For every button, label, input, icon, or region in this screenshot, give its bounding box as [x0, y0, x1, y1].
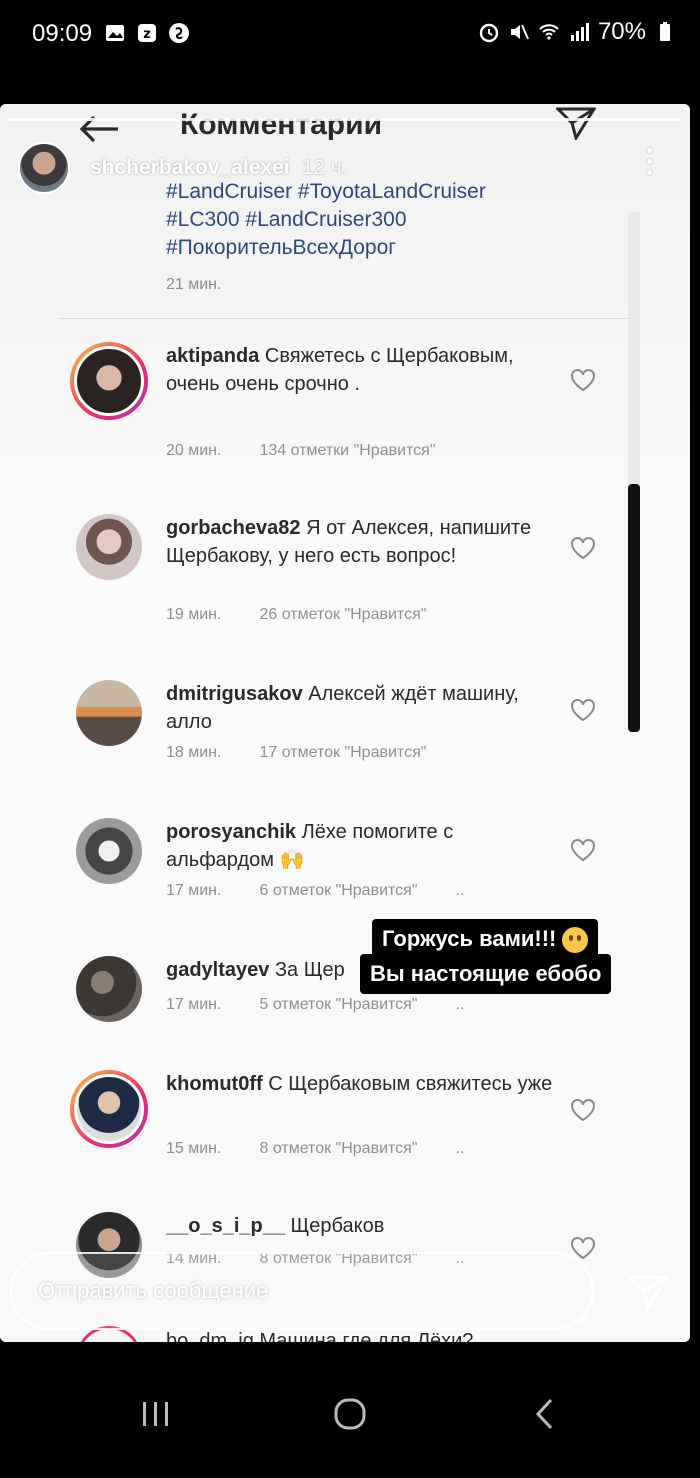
image-icon [106, 25, 124, 41]
comment-username[interactable]: gadyltayev [166, 959, 269, 981]
alarm-badge-icon: z [138, 24, 156, 42]
comment-text-block: gorbacheva82 Я от Алексея, напишите Щерб… [166, 514, 566, 570]
comment-time: 15 мин. [166, 1140, 222, 1157]
comment-text: За Щер [274, 959, 345, 981]
story-progress-bar [8, 118, 680, 121]
wifi-icon [539, 24, 559, 40]
avatar[interactable] [76, 514, 142, 580]
sticker-line: Вы настоящие ебобо [370, 961, 602, 986]
navigation-bar [0, 1380, 700, 1478]
battery-percent: 70% [597, 18, 646, 45]
back-icon[interactable] [526, 1394, 566, 1434]
svg-text:z: z [143, 27, 151, 42]
avatar-photo [74, 1074, 144, 1144]
heart-icon[interactable] [570, 838, 596, 862]
comment-likes[interactable]: 134 отметки "Нравится" [259, 442, 435, 460]
comment-meta: 15 мин. 8 отметок "Нравится".. [166, 1140, 464, 1158]
peek-comment: bo_dm_iq Машина где для Лёхи? [166, 1330, 474, 1342]
heart-icon[interactable] [570, 368, 596, 392]
more-dots[interactable]: .. [456, 1140, 465, 1158]
comment-time: 19 мин. [166, 606, 222, 623]
more-dots[interactable]: .. [456, 882, 465, 900]
comment-text-block: aktipanda Свяжетесь с Щербаковым, очень … [166, 342, 566, 398]
battery-icon [660, 22, 670, 41]
comment-text-block: __o_s_i_p__ Щербаков [166, 1212, 566, 1240]
mute-icon [510, 24, 529, 40]
status-right: 70% [478, 18, 676, 46]
avatar[interactable] [76, 818, 142, 884]
comments-screenshot: Комментарии #LandCruiser #ToyotaLandCrui… [0, 104, 690, 1342]
reply-placeholder: Отправить сообщение [38, 1278, 269, 1303]
comment-likes[interactable]: 26 отметок "Нравится" [259, 606, 426, 624]
comment-time: 17 мин. [166, 996, 222, 1013]
comment-likes[interactable]: 6 отметок "Нравится" [259, 882, 417, 900]
caption-line[interactable]: #LC300 #LandCruiser300 [166, 206, 486, 234]
caption-line[interactable]: #ПокорительВсехДорог [166, 234, 486, 262]
comment-username[interactable]: __o_s_i_p__ [166, 1215, 285, 1237]
comment-text: С Щербаковым свяжитесь уже [268, 1073, 553, 1095]
comment-text-block: porosyanchik Лёхе помогите с альфардом 🙌 [166, 818, 566, 874]
divider [58, 318, 630, 319]
smiling-face-with-tear-icon [562, 927, 589, 954]
comment-likes[interactable]: 8 отметок "Нравится" [259, 1140, 417, 1158]
story-username[interactable]: shcherbakov_alexei [90, 156, 290, 180]
comment-meta: 17 мин. 6 отметок "Нравится".. [166, 882, 464, 900]
paper-plane-icon [556, 107, 596, 140]
avatar[interactable] [76, 956, 142, 1022]
avatar-photo [74, 346, 144, 416]
comment-meta: 19 мин. 26 отметок "Нравится" [166, 606, 426, 624]
comment-text: Щербаков [290, 1215, 385, 1237]
more-options-icon[interactable] [644, 148, 654, 178]
comment-text-block: dmitrigusakov Алексей ждёт машину, алло [166, 680, 566, 736]
comment-meta: 18 мин. 17 отметок "Нравится" [166, 744, 426, 762]
scrollbar-thumb[interactable] [628, 484, 640, 732]
heart-icon[interactable] [570, 536, 596, 560]
comment-likes[interactable]: 5 отметок "Нравится" [259, 996, 417, 1014]
caption-time: 21 мин. [166, 276, 222, 293]
alarm-icon [479, 23, 499, 43]
comment-time: 17 мин. [166, 882, 222, 899]
heart-icon[interactable] [570, 698, 596, 722]
avatar[interactable] [18, 142, 70, 194]
comment-time: 18 мин. [166, 744, 222, 761]
status-bar: 09:09 z 70% [0, 0, 700, 70]
story-time: 12 ч. [301, 156, 348, 179]
signal-icon [570, 23, 589, 41]
sticker-line: Горжусь вами!!! [382, 926, 557, 951]
comment-meta: 20 мин. 134 отметки "Нравится" [166, 442, 436, 460]
recent-apps-icon[interactable] [136, 1394, 176, 1434]
avatar[interactable] [70, 342, 148, 420]
comment-meta: 17 мин. 5 отметок "Нравится".. [166, 996, 464, 1014]
comment-username[interactable]: dmitrigusakov [166, 683, 303, 705]
story-author[interactable]: shcherbakov_alexei 12 ч. [18, 142, 348, 194]
avatar[interactable] [70, 1070, 148, 1148]
heart-icon[interactable] [570, 1098, 596, 1122]
comment-likes[interactable]: 17 отметок "Нравится" [259, 744, 426, 762]
shazam-icon [169, 23, 189, 43]
avatar[interactable] [76, 680, 142, 746]
comments-title: Комментарии [180, 108, 383, 141]
home-icon[interactable] [330, 1394, 370, 1434]
reply-input[interactable]: Отправить сообщение [10, 1252, 594, 1330]
comment-username[interactable]: porosyanchik [166, 821, 296, 843]
comments-header: Комментарии [0, 104, 690, 144]
send-icon[interactable] [628, 1274, 668, 1310]
comment-username[interactable]: aktipanda [166, 345, 259, 367]
status-time: 09:09 [32, 20, 93, 47]
status-left-icons: z [104, 22, 190, 44]
story-text-sticker: Вы настоящие ебобо [360, 954, 612, 994]
comment-time: 20 мин. [166, 442, 222, 459]
story-card[interactable]: Комментарии #LandCruiser #ToyotaLandCrui… [0, 104, 690, 1342]
comment-username[interactable]: khomut0ff [166, 1073, 263, 1095]
comment-text-block: khomut0ff С Щербаковым свяжитесь уже [166, 1070, 566, 1098]
more-dots[interactable]: .. [456, 996, 465, 1014]
comment-username[interactable]: gorbacheva82 [166, 517, 301, 539]
